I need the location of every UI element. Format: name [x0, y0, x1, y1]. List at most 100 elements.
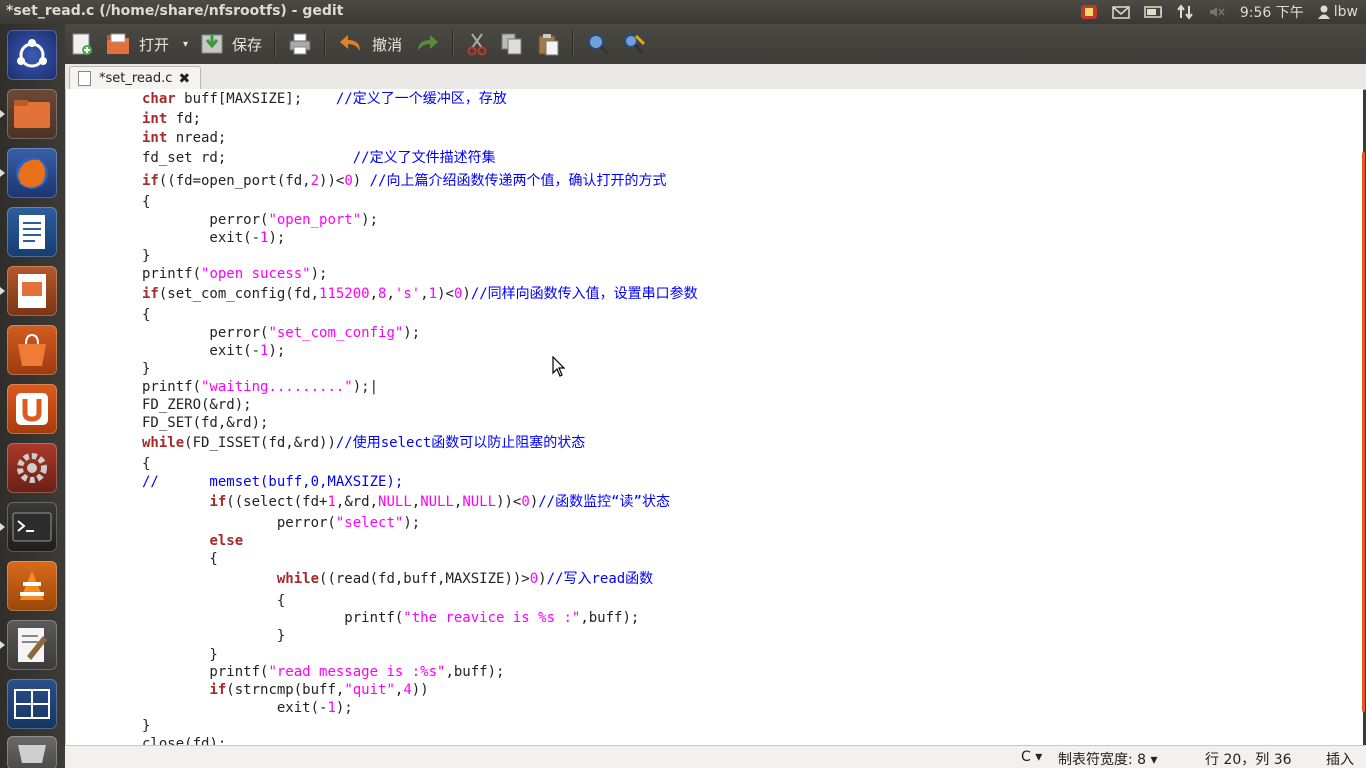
- user-menu[interactable]: lbw: [1317, 4, 1358, 20]
- save-icon: [201, 34, 223, 54]
- tab-width-selector[interactable]: 制表符宽度: 8 ▾: [1058, 749, 1158, 768]
- code-line: {: [142, 592, 285, 610]
- save-label: 保存: [232, 35, 263, 54]
- language-selector[interactable]: C ▾: [1021, 749, 1042, 765]
- files-icon[interactable]: [7, 89, 57, 139]
- vlc-icon[interactable]: [7, 561, 57, 611]
- battery-icon[interactable]: [1144, 4, 1162, 20]
- code-token: );: [403, 325, 421, 341]
- launcher: [0, 24, 66, 768]
- paste-button[interactable]: [530, 24, 566, 64]
- code-token: ))<: [319, 173, 345, 189]
- code-line: printf("the reavice is %s :",buff);: [142, 609, 639, 627]
- impress-icon[interactable]: [7, 266, 57, 316]
- cut-button[interactable]: [460, 24, 494, 64]
- print-button[interactable]: [282, 24, 318, 64]
- code-token: perror(: [142, 212, 269, 228]
- code-token: int: [142, 111, 168, 127]
- volume-muted-icon[interactable]: [1208, 4, 1226, 20]
- code-token: "open sucess": [201, 266, 311, 282]
- code-token: );: [310, 266, 328, 282]
- code-line: }: [142, 646, 217, 664]
- code-token: 4: [403, 682, 412, 698]
- code-token: int: [142, 130, 168, 146]
- code-line: exit(-1);: [142, 342, 285, 360]
- code-token: FD_ZERO(&rd);: [142, 397, 252, 413]
- input-method-icon[interactable]: [1080, 4, 1098, 20]
- tab-label: *set_read.c: [99, 71, 173, 86]
- find-replace-button[interactable]: [616, 24, 652, 64]
- system-settings-icon[interactable]: [7, 443, 57, 493]
- code-token: {: [142, 456, 151, 472]
- code-token: "read message is :%s": [268, 664, 446, 680]
- code-token: "select": [335, 515, 404, 531]
- running-indicator: [0, 641, 5, 649]
- cut-icon: [467, 33, 487, 56]
- code-token: ): [538, 571, 547, 587]
- trash-icon[interactable]: [7, 736, 57, 768]
- status-bar: C ▾ 制表符宽度: 8 ▾ 行 20，列 36 插入: [65, 745, 1366, 768]
- code-token: );: [268, 343, 286, 359]
- code-token: 's': [394, 286, 421, 302]
- workspace-switcher-icon[interactable]: [7, 679, 57, 729]
- software-center-icon[interactable]: [7, 325, 57, 375]
- tab-close-icon[interactable]: ✖: [178, 71, 190, 87]
- gedit-icon[interactable]: [7, 620, 57, 670]
- code-line: else: [142, 532, 243, 550]
- code-line: if(strncmp(buff,"quit",4)): [142, 681, 428, 699]
- code-token: ((fd=open_port(fd,: [158, 173, 311, 189]
- toolbar-separator: [572, 31, 575, 57]
- terminal-icon[interactable]: [7, 502, 57, 552]
- user-name: lbw: [1333, 4, 1358, 20]
- find-button[interactable]: [580, 24, 616, 64]
- code-token: if: [142, 286, 159, 302]
- save-button[interactable]: 保存: [194, 24, 268, 64]
- code-line: exit(-1);: [142, 699, 353, 717]
- network-icon[interactable]: [1176, 4, 1194, 20]
- code-token: printf(: [142, 379, 202, 395]
- dash-home-icon[interactable]: [7, 30, 57, 80]
- code-line: printf("open sucess");: [142, 265, 327, 283]
- code-token: "the reavice is %s :": [403, 610, 581, 626]
- code-line: fd_set rd; //定义了文件描述符集: [142, 149, 496, 167]
- code-token: //函数监控“读”状态: [538, 494, 670, 510]
- code-line: int fd;: [142, 110, 201, 128]
- code-token: while: [142, 435, 185, 451]
- redo-button[interactable]: [408, 24, 446, 64]
- undo-button[interactable]: 撤消: [332, 24, 408, 64]
- code-token: exit(-: [142, 343, 261, 359]
- code-line: close(fd);: [142, 735, 226, 745]
- code-token: }: [142, 628, 286, 644]
- code-area[interactable]: char buff[MAXSIZE]; //定义了一个缓冲区，存放 int fd;…: [66, 89, 1356, 745]
- code-line: if(set_com_config(fd,115200,8,'s',1)<0)/…: [142, 285, 698, 303]
- code-token: buff[MAXSIZE];: [175, 91, 336, 107]
- code-token: (set_com_config(fd,: [158, 286, 320, 302]
- writer-icon[interactable]: [7, 207, 57, 257]
- code-token: ,: [369, 286, 379, 302]
- code-token: while: [276, 571, 320, 587]
- scrollbar[interactable]: [1362, 152, 1365, 712]
- code-token: if: [209, 494, 227, 510]
- code-token: )<: [437, 286, 454, 302]
- toolbar-separator: [274, 31, 277, 57]
- code-token: );: [335, 700, 353, 716]
- code-token: {: [142, 194, 151, 210]
- open-button[interactable]: 打开 ▾: [99, 24, 194, 64]
- code-token: fd_set rd;: [142, 150, 353, 166]
- firefox-icon[interactable]: [7, 148, 57, 198]
- code-token: "open_port": [268, 212, 362, 228]
- code-token: NULL: [378, 494, 412, 510]
- open-dropdown-arrow-icon[interactable]: ▾: [183, 39, 188, 50]
- code-line: exit(-1);: [142, 229, 285, 247]
- ubuntu-one-icon[interactable]: [7, 384, 57, 434]
- clock[interactable]: 9:56 下午: [1240, 2, 1304, 22]
- mail-icon[interactable]: [1112, 4, 1130, 20]
- text-editor[interactable]: char buff[MAXSIZE]; //定义了一个缓冲区，存放 int fd;…: [65, 89, 1363, 745]
- user-icon: [1317, 5, 1330, 19]
- cursor-position: 行 20，列 36: [1205, 752, 1292, 768]
- code-line: }: [142, 627, 285, 645]
- new-document-button[interactable]: [65, 24, 99, 64]
- tab-set-read-c[interactable]: *set_read.c ✖: [69, 66, 201, 90]
- copy-button[interactable]: [494, 24, 530, 64]
